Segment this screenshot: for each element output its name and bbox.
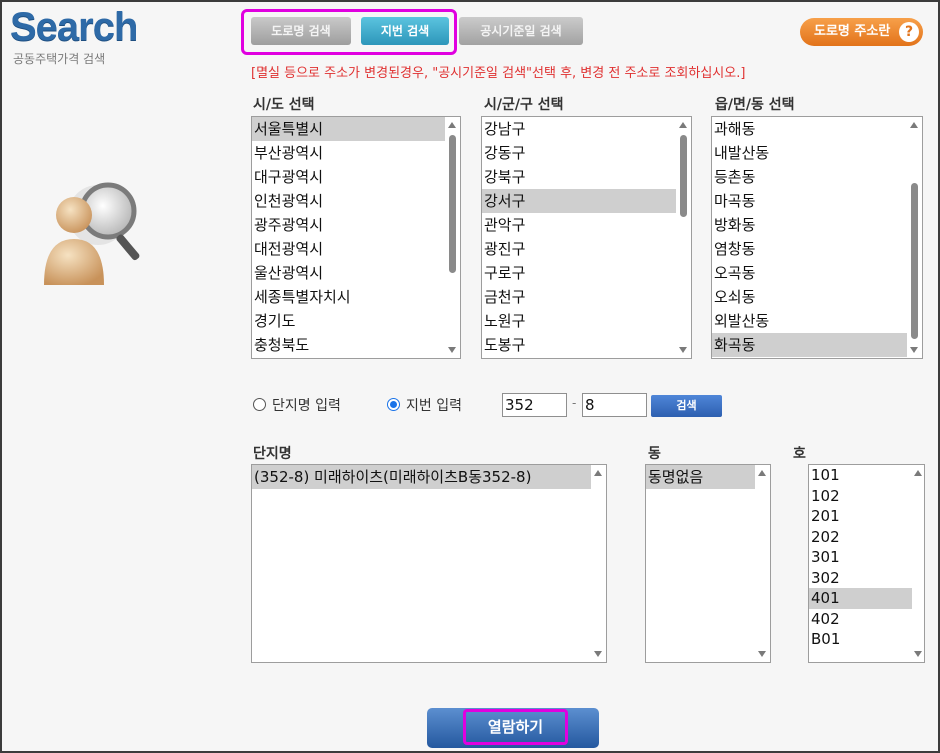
list-item[interactable]: 화곡동 xyxy=(712,333,922,357)
person-search-icon xyxy=(44,182,140,285)
scroll-up-icon[interactable] xyxy=(448,122,456,128)
list-item[interactable]: 외발산동 xyxy=(712,309,922,333)
list-item[interactable]: 서울특별시 xyxy=(252,117,460,141)
complex-label: 단지명 xyxy=(253,446,292,462)
scroll-up-icon[interactable] xyxy=(914,470,922,476)
list-item[interactable]: 301 xyxy=(809,547,924,568)
list-item[interactable]: 세종특별자치시 xyxy=(252,285,460,309)
lot-number-radio-label: 지번 입력 xyxy=(406,398,462,414)
scroll-up-icon[interactable] xyxy=(758,470,766,476)
list-item[interactable]: 401 xyxy=(809,588,918,609)
logo-title: Search xyxy=(10,5,138,49)
scroll-down-icon[interactable] xyxy=(594,651,602,657)
list-item[interactable]: 내발산동 xyxy=(712,141,922,165)
list-item[interactable]: (352-8) 미래하이츠(미래하이츠B동352-8) xyxy=(252,465,591,489)
building-scrollbar[interactable] xyxy=(755,465,770,662)
scroll-down-icon[interactable] xyxy=(914,651,922,657)
road-address-info-label: 도로명 주소란 xyxy=(814,24,891,39)
building-listbox[interactable]: 동명없음 xyxy=(645,464,771,663)
scroll-up-icon[interactable] xyxy=(910,122,918,128)
unit-scrollbar[interactable] xyxy=(912,465,924,662)
notice-text: [멸실 등으로 주소가 변경된경우, "공시기준일 검색"선택 후, 변경 전 … xyxy=(251,66,746,81)
sigungu-scrollbar[interactable] xyxy=(676,117,691,358)
list-item[interactable]: 부산광역시 xyxy=(252,141,460,165)
complex-name-radio[interactable] xyxy=(253,398,266,411)
list-item[interactable]: 201 xyxy=(809,506,924,527)
list-item[interactable]: 충청북도 xyxy=(252,333,460,357)
list-item[interactable]: 오쇠동 xyxy=(712,285,922,309)
sido-label: 시/도 선택 xyxy=(253,97,315,113)
list-item[interactable]: B01 xyxy=(809,629,924,650)
list-item[interactable]: 금천구 xyxy=(482,285,691,309)
list-item[interactable]: 대전광역시 xyxy=(252,237,460,261)
scroll-thumb[interactable] xyxy=(449,135,456,273)
unit-listbox[interactable]: 101 102 201 202 301 302 401 402 B01 xyxy=(808,464,925,663)
sub-number-input[interactable] xyxy=(582,393,647,417)
list-item[interactable]: 402 xyxy=(809,609,924,630)
tab-road-name-search[interactable]: 도로명 검색 xyxy=(251,17,351,45)
list-item[interactable]: 오곡동 xyxy=(712,261,922,285)
list-item[interactable]: 강북구 xyxy=(482,165,691,189)
list-item[interactable]: 인천광역시 xyxy=(252,189,460,213)
scroll-thumb[interactable] xyxy=(680,135,687,217)
dong-scrollbar[interactable] xyxy=(907,117,922,358)
number-separator: - xyxy=(572,396,577,410)
list-item[interactable]: 염창동 xyxy=(712,237,922,261)
tab-date-search[interactable]: 공시기준일 검색 xyxy=(459,17,583,45)
list-item[interactable]: 마곡동 xyxy=(712,189,922,213)
help-icon: ? xyxy=(899,22,919,42)
list-item[interactable]: 구로구 xyxy=(482,261,691,285)
sido-scrollbar[interactable] xyxy=(445,117,460,358)
list-item[interactable]: 강동구 xyxy=(482,141,691,165)
list-item[interactable]: 302 xyxy=(809,568,924,589)
search-button[interactable]: 검색 xyxy=(651,395,722,417)
list-item[interactable]: 방화동 xyxy=(712,213,922,237)
list-item[interactable]: 강남구 xyxy=(482,117,691,141)
view-button-label[interactable]: 열람하기 xyxy=(463,709,568,745)
dong-label: 읍/면/동 선택 xyxy=(715,97,795,113)
scroll-up-icon[interactable] xyxy=(594,470,602,476)
scroll-down-icon[interactable] xyxy=(758,651,766,657)
list-item[interactable]: 과해동 xyxy=(712,117,922,141)
sigungu-label: 시/군/구 선택 xyxy=(484,97,564,113)
list-item[interactable]: 강서구 xyxy=(482,189,691,213)
scroll-down-icon[interactable] xyxy=(910,347,918,353)
scroll-down-icon[interactable] xyxy=(679,347,687,353)
dong-listbox[interactable]: 과해동 내발산동 등촌동 마곡동 방화동 염창동 오곡동 오쇠동 외발산동 화곡… xyxy=(711,116,923,359)
list-item[interactable]: 등촌동 xyxy=(712,165,922,189)
logo-subtitle: 공동주택가격 검색 xyxy=(13,52,106,66)
list-item[interactable]: 202 xyxy=(809,527,924,548)
lot-number-radio[interactable] xyxy=(387,398,400,411)
sigungu-listbox[interactable]: 강남구 강동구 강북구 강서구 관악구 광진구 구로구 금천구 노원구 도봉구 xyxy=(481,116,692,359)
scroll-thumb[interactable] xyxy=(911,183,918,339)
list-item[interactable]: 101 xyxy=(809,465,924,486)
list-item[interactable]: 경기도 xyxy=(252,309,460,333)
scroll-down-icon[interactable] xyxy=(448,347,456,353)
road-address-info-button[interactable]: 도로명 주소란 ? xyxy=(800,18,923,46)
scroll-up-icon[interactable] xyxy=(679,122,687,128)
list-item[interactable]: 대구광역시 xyxy=(252,165,460,189)
unit-label: 호 xyxy=(793,446,806,462)
list-item[interactable]: 광진구 xyxy=(482,237,691,261)
list-item[interactable]: 광주광역시 xyxy=(252,213,460,237)
tab-lot-number-search[interactable]: 지번 검색 xyxy=(361,17,449,45)
complex-name-radio-label: 단지명 입력 xyxy=(272,398,341,414)
list-item[interactable]: 102 xyxy=(809,486,924,507)
building-label: 동 xyxy=(648,446,661,462)
sido-listbox[interactable]: 서울특별시 부산광역시 대구광역시 인천광역시 광주광역시 대전광역시 울산광역… xyxy=(251,116,461,359)
list-item[interactable]: 동명없음 xyxy=(646,465,755,489)
list-item[interactable]: 노원구 xyxy=(482,309,691,333)
list-item[interactable]: 울산광역시 xyxy=(252,261,460,285)
list-item[interactable]: 관악구 xyxy=(482,213,691,237)
list-item[interactable]: 도봉구 xyxy=(482,333,691,357)
complex-listbox[interactable]: (352-8) 미래하이츠(미래하이츠B동352-8) xyxy=(251,464,607,663)
complex-scrollbar[interactable] xyxy=(591,465,606,662)
main-number-input[interactable] xyxy=(502,393,567,417)
